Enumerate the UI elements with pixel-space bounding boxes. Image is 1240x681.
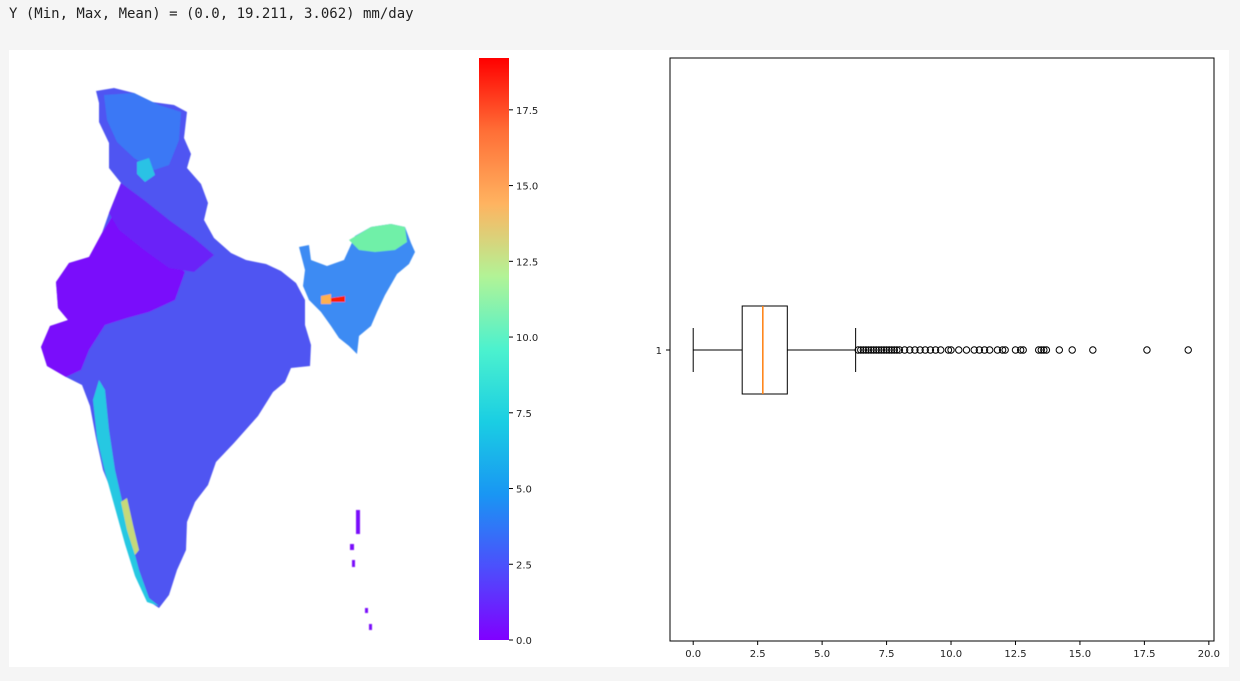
- x-tick-label: 5.0: [814, 649, 830, 660]
- x-tick-label: 20.0: [1198, 649, 1220, 660]
- outlier-point: [962, 346, 971, 354]
- map-northeast-green: [349, 224, 407, 252]
- india-precip-map: [41, 88, 415, 630]
- colorbar-tick-label: 15.0: [516, 182, 538, 193]
- colorbar-tick-label: 5.0: [516, 485, 532, 496]
- map-island: [356, 510, 360, 534]
- colorbar-tick-label: 7.5: [516, 409, 532, 420]
- colorbar-tick-label: 12.5: [516, 257, 538, 268]
- colorbar-tick-label: 2.5: [516, 560, 532, 571]
- x-tick-label: 12.5: [1004, 649, 1026, 660]
- outlier-point: [1184, 346, 1192, 354]
- x-tick-label: 10.0: [940, 649, 962, 660]
- boxplot-x-ticks: 0.0 2.5 5.0 7.5 10.0 12.5 15.0 17.5 20.0: [685, 641, 1220, 660]
- boxplot-y-ticks: 1: [656, 346, 670, 357]
- x-tick-label: 17.5: [1133, 649, 1155, 660]
- x-tick-label: 7.5: [879, 649, 895, 660]
- stats-output-line: Y (Min, Max, Mean) = (0.0, 19.211, 3.062…: [9, 6, 414, 22]
- figure-svg: 0.0 2.5 5.0 7.5 10.0 12.5 15.0 17.5 0.0 2.5 5.0 7.…: [41, 57, 1220, 660]
- x-tick-label: 15.0: [1069, 649, 1091, 660]
- outlier-point: [1143, 346, 1151, 354]
- map-island: [352, 560, 355, 567]
- colorbar-gradient: [479, 58, 509, 640]
- colorbar: 0.0 2.5 5.0 7.5 10.0 12.5 15.0 17.5: [479, 58, 538, 647]
- outlier-point: [1089, 346, 1097, 354]
- x-tick-label: 2.5: [750, 649, 766, 660]
- outlier-point: [955, 346, 963, 354]
- boxplot-panel: 0.0 2.5 5.0 7.5 10.0 12.5 15.0 17.5 20.0 1: [656, 57, 1220, 660]
- map-island: [365, 608, 368, 613]
- map-island: [369, 624, 372, 630]
- x-tick-label: 0.0: [685, 649, 701, 660]
- colorbar-tick-label: 17.5: [516, 106, 538, 117]
- colorbar-ticks: 0.0 2.5 5.0 7.5 10.0 12.5 15.0 17.5: [509, 106, 538, 647]
- y-tick-label: 1: [656, 346, 662, 357]
- colorbar-tick-label: 0.0: [516, 636, 532, 647]
- boxplot-elements: [692, 305, 1192, 395]
- outlier-point: [1068, 346, 1076, 354]
- map-island: [350, 544, 354, 550]
- outlier-point: [1055, 346, 1064, 354]
- figure-canvas: 0.0 2.5 5.0 7.5 10.0 12.5 15.0 17.5 0.0 2.5 5.0 7.…: [9, 50, 1229, 667]
- colorbar-tick-label: 10.0: [516, 333, 538, 344]
- boxplot-axes-frame: [669, 57, 1215, 642]
- iqr-box: [741, 305, 788, 395]
